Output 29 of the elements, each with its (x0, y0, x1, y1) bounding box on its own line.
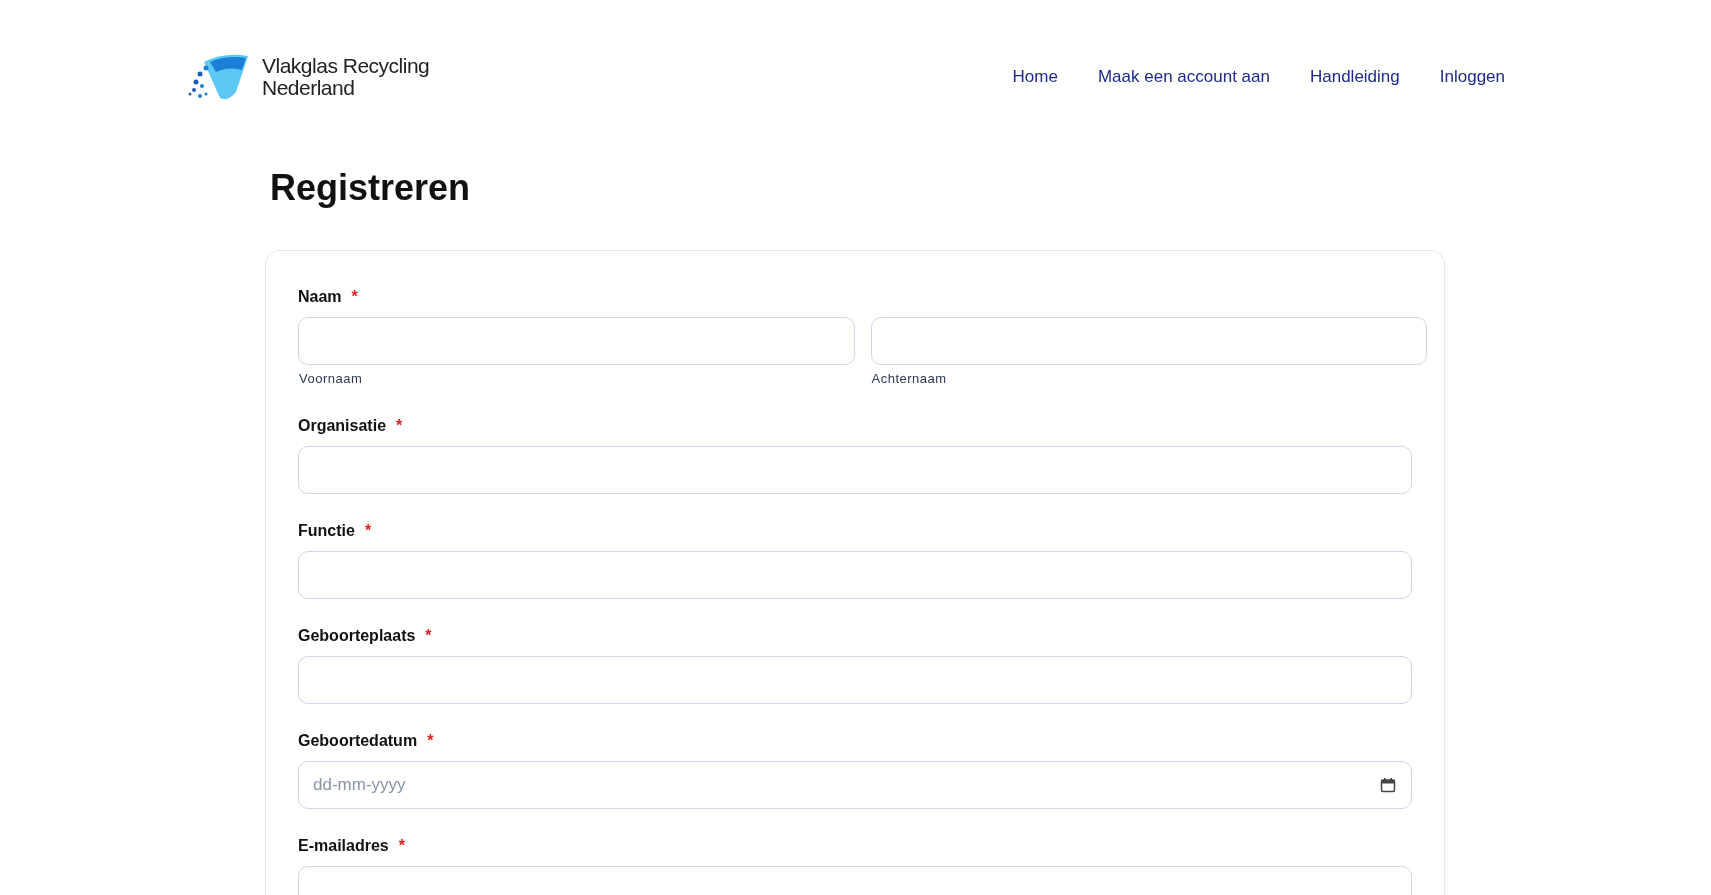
input-field[interactable] (298, 550, 1412, 599)
logo-text: Nederland (262, 77, 355, 99)
nav-link[interactable]: Maak een account aan (1097, 64, 1270, 90)
nav-link[interactable]: Handleiding (1309, 64, 1400, 90)
calendar-icon[interactable] (1380, 776, 1396, 793)
required-mark: * (351, 287, 358, 307)
input-field[interactable] (298, 445, 1412, 494)
input-field[interactable] (298, 317, 855, 365)
field-label: Naam (298, 287, 342, 307)
input-field[interactable] (298, 655, 1412, 704)
field-caption: Achternaam (870, 370, 948, 388)
field-label: Geboorteplaats (298, 625, 416, 646)
required-mark: * (364, 520, 372, 541)
nav-link[interactable]: Home (1012, 64, 1058, 90)
logo-text: Vlakglas Recycling (262, 55, 430, 77)
field-label: Functie (298, 520, 355, 541)
required-mark: * (427, 730, 434, 751)
input-field[interactable] (870, 317, 1427, 365)
page-title: Registreren (269, 166, 472, 210)
required-mark: * (396, 415, 403, 436)
date-field[interactable]: dd-mm-yyyy (298, 760, 1412, 809)
nav-link[interactable]: Inloggen (1439, 64, 1505, 90)
field-label: E-mailadres (298, 835, 389, 856)
required-mark: * (398, 835, 405, 856)
field-label: Geboortedatum (298, 730, 418, 751)
field-label: Organisatie (298, 415, 387, 436)
required-mark: * (425, 625, 432, 646)
field-caption: Voornaam (298, 370, 364, 388)
logo-icon (186, 52, 250, 102)
